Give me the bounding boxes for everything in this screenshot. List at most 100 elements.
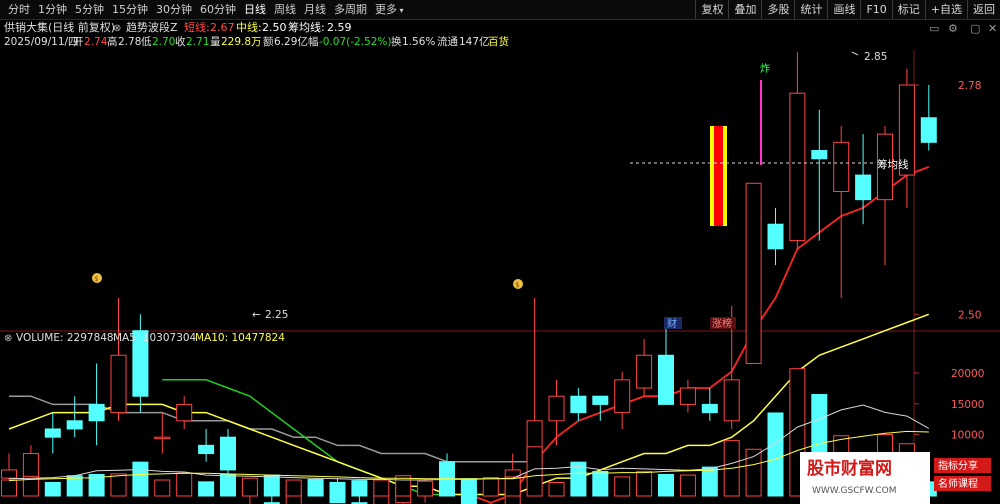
watermark-title: 股市财富网 [807,458,892,479]
period-tab[interactable]: 60分钟 [196,0,240,19]
float-cap-value: 147亿 [459,35,490,48]
candle[interactable] [636,338,653,397]
candle[interactable] [88,363,105,446]
period-tab[interactable]: 日线 [240,0,270,19]
candle[interactable] [614,371,631,429]
high-mark-label: 2.85 [864,51,887,63]
volume-bar [439,478,455,497]
period-tab[interactable]: 分时 [4,0,34,19]
candle[interactable] [44,412,61,454]
candle[interactable] [570,388,587,421]
candle[interactable] [548,379,565,446]
tool-button[interactable]: 返回 [967,0,1000,19]
kline-chart[interactable]: 供销大集(日线 前复权) ⊗ 趋势波段Z 短线: 2.67 中线: 2.50 筹… [0,19,1000,504]
limit-up-bar-red [714,126,723,226]
candle-body [789,92,806,242]
candle[interactable] [920,85,937,151]
volume-bar [329,481,346,497]
tool-button[interactable]: 复权 [695,0,728,19]
tool-button[interactable]: 多股 [761,0,794,19]
candle[interactable] [66,396,83,438]
change-label: 幅 [308,35,319,48]
tool-button[interactable]: F10 [860,0,891,19]
candle[interactable] [767,207,784,266]
tool-button[interactable]: 叠加 [728,0,761,19]
period-tab[interactable]: 5分钟 [71,0,108,19]
volume-bar [636,470,653,497]
volume-tick-label: 10000 [951,430,984,442]
candle-body [548,395,565,422]
news-flag[interactable]: 财 [667,317,677,330]
candle-body [811,150,828,160]
volume-bar [132,461,149,497]
maximize-icon[interactable]: ▢ [970,22,980,35]
watermark-url: WWW.GSCFW.COM [812,486,897,496]
tool-button[interactable]: 画线 [827,0,860,19]
limit-up-flag[interactable]: 涨榜 [712,317,732,330]
candle[interactable] [745,182,762,364]
candle[interactable] [833,125,850,298]
volume-bar [504,476,521,497]
candle[interactable] [176,396,193,429]
short-line-value: 2.67 [210,21,235,34]
money-bag-icon[interactable]: $ [92,273,102,283]
indicator-toggle-icon[interactable]: ⊗ [113,23,121,34]
volume-bar [263,474,280,497]
volume-bar [658,473,674,497]
volume-axis: 20000 15000 10000 [914,368,984,442]
candle-body [833,141,850,192]
candle[interactable] [110,297,127,421]
stock-name: 供销大集(日线 前复权) [4,20,115,34]
candle[interactable] [679,379,696,413]
settings-gear-icon[interactable]: ⚙ [948,22,958,35]
candle[interactable] [439,453,455,479]
tool-button[interactable]: 标记 [891,0,925,19]
candle[interactable] [526,297,543,470]
period-tab[interactable]: 多周期 [330,0,371,19]
close-icon[interactable]: ✕ [988,22,997,35]
candle[interactable] [701,388,718,421]
low-label: 低 [141,35,152,48]
bar-date: 2025/09/11/四 [4,36,79,48]
float-label: 流通 [437,35,458,48]
period-tab[interactable]: 15分钟 [108,0,152,19]
tool-buttons: 复权 叠加 多股 统计 画线 F10 标记 +自选 返回 [695,0,1000,19]
price-tick-label: 2.78 [958,80,981,92]
candle[interactable] [154,412,171,454]
trend-gray-line [9,395,535,463]
volume-bar [482,477,499,497]
tool-button[interactable]: +自选 [924,0,967,19]
period-tab[interactable]: 月线 [300,0,330,19]
candle[interactable] [658,322,674,405]
money-bag-icon[interactable]: $ [513,279,523,289]
volume-bar [285,479,302,497]
candle[interactable] [877,125,893,266]
sector-tag[interactable]: 百货 [488,35,509,48]
candle-body [767,223,784,250]
volume-bar [351,480,368,497]
restore-window-icon[interactable]: ▭ [929,22,939,35]
price-tick-label: 2.50 [958,309,981,321]
candle[interactable] [198,428,215,462]
tool-button[interactable]: 统计 [794,0,827,19]
volume-toggle-icon[interactable]: ⊗ [4,333,12,344]
watermark-tag2: 名师课程 [938,477,978,490]
period-tab[interactable]: 周线 [270,0,300,19]
turnover-label: 换 [391,35,402,48]
period-tab[interactable]: 30分钟 [152,0,196,19]
low-value: 2.70 [152,36,175,48]
candle[interactable] [789,52,806,249]
candle[interactable] [132,314,149,413]
volume-bar [176,472,193,497]
candle-body [636,354,653,389]
period-tab[interactable]: 1分钟 [34,0,71,19]
candle-body [44,428,61,438]
candle[interactable] [811,109,828,241]
period-tab[interactable]: 更多 [371,0,408,19]
avg-cost-label: 筹均线: [288,20,325,34]
high-label: 高 [107,35,118,48]
volume-bar [701,466,718,497]
candle[interactable] [592,395,609,421]
volume-header: VOLUME: 2297848 [16,332,114,344]
candle[interactable] [898,68,915,208]
